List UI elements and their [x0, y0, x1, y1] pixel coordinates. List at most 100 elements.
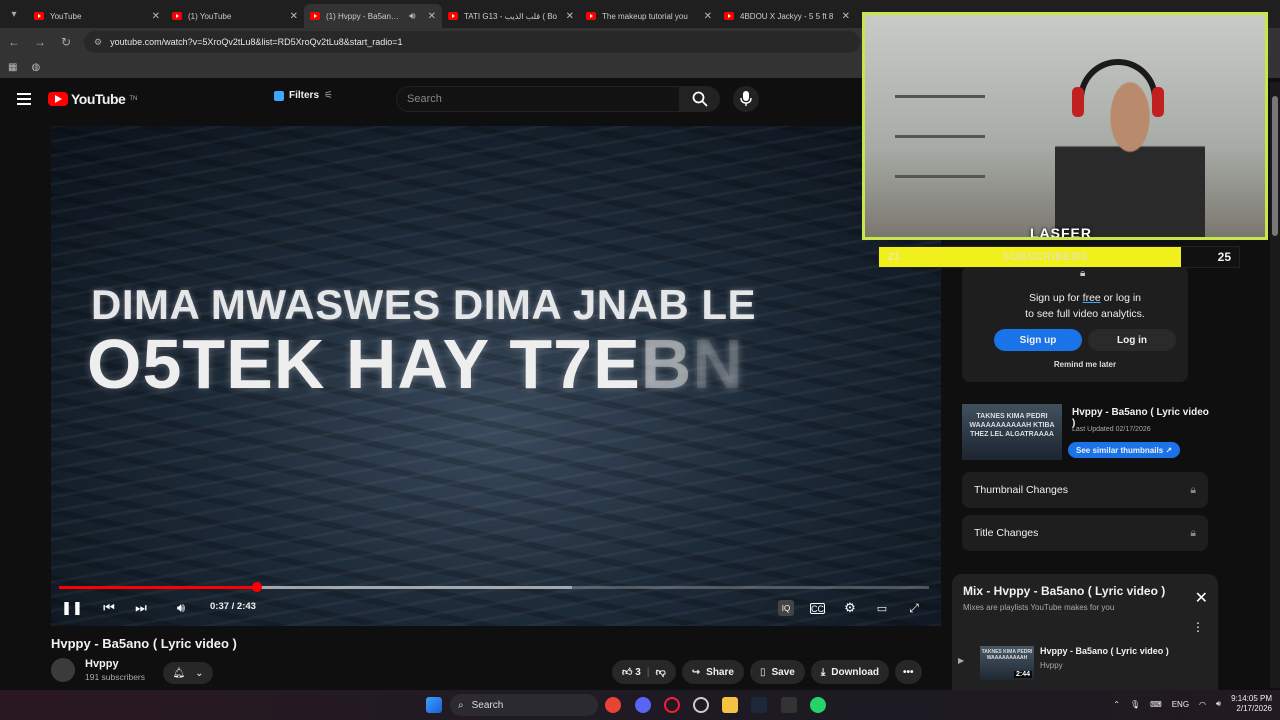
- download-button[interactable]: ⤓ Download: [810, 660, 890, 684]
- playlist-item[interactable]: ▶ TAKNES KIMA PEDRI WAAAAAAAAAH 2:44 Hvpp…: [952, 642, 1218, 684]
- more-vertical-icon[interactable]: ⋮: [1192, 620, 1204, 634]
- share-button[interactable]: ↪ Share: [681, 660, 744, 684]
- subs-label: SUBSCRIBERS: [1002, 251, 1088, 263]
- whatsapp-icon[interactable]: [810, 697, 826, 713]
- theater-mode-icon[interactable]: ▭: [874, 600, 890, 616]
- browser-tab[interactable]: YouTube ✕: [28, 4, 166, 28]
- microphone-tray-icon[interactable]: 🎙︎: [1130, 700, 1140, 709]
- close-tab-icon[interactable]: ✕: [566, 11, 574, 22]
- windows-start-icon[interactable]: [426, 697, 442, 713]
- menu-icon[interactable]: [17, 93, 31, 105]
- close-tab-icon[interactable]: ✕: [290, 11, 298, 22]
- notification-bell-button[interactable]: 🔔︎ ⌄: [163, 662, 213, 684]
- browser-tab[interactable]: (1) YouTube ✕: [166, 4, 304, 28]
- speaker-icon[interactable]: 🔊︎: [409, 11, 415, 22]
- obs-icon[interactable]: [693, 697, 709, 713]
- page-scrollbar[interactable]: [1270, 82, 1280, 688]
- search-button[interactable]: [680, 86, 720, 112]
- browser-tab-active[interactable]: (1) Hvppy - Ba5ano ( l 🔊︎ ✕: [304, 4, 442, 28]
- pause-icon[interactable]: ❚❚: [61, 600, 83, 616]
- extension-icon[interactable]: IQ: [778, 600, 794, 616]
- fullscreen-icon[interactable]: ⤢: [906, 600, 922, 616]
- playlist-item-title: Hvppy - Ba5ano ( Lyric video ): [1040, 646, 1169, 656]
- keyboard-icon[interactable]: ⌨: [1150, 700, 1162, 709]
- search-icon: ⌕: [458, 699, 464, 711]
- epic-games-icon[interactable]: [781, 697, 797, 713]
- close-tab-icon[interactable]: ✕: [704, 11, 712, 22]
- scrubber-handle[interactable]: [251, 582, 262, 592]
- filters-button[interactable]: Filters ⚟: [274, 90, 333, 101]
- subscriber-goal-fill: 21 SUBSCRIBERS: [879, 247, 1182, 267]
- captions-icon[interactable]: CC: [810, 603, 825, 614]
- browser-tab[interactable]: 4BDOU X Jackyy - 5 5 ft 8 ✕: [718, 4, 856, 28]
- microphone-icon: [740, 91, 752, 106]
- wifi-icon[interactable]: ◠: [1199, 700, 1206, 709]
- browser-tab[interactable]: TATI G13 - قلب الذيب ( Bo ✕: [442, 4, 580, 28]
- settings-gear-icon[interactable]: ⚙: [842, 600, 858, 616]
- taskbar-search[interactable]: ⌕ Search: [450, 694, 598, 716]
- browser-tab[interactable]: The makeup tutorial you ✕: [580, 4, 718, 28]
- forward-arrow-icon[interactable]: →: [32, 35, 48, 49]
- file-explorer-icon[interactable]: [722, 697, 738, 713]
- channel-name[interactable]: Hvppy: [85, 658, 145, 670]
- search-icon: [692, 91, 708, 107]
- thumbnail-changes-row[interactable]: Thumbnail Changes 🔒︎: [962, 472, 1208, 508]
- tray-chevron-icon[interactable]: ⌃: [1113, 700, 1120, 709]
- reload-icon[interactable]: ↻: [58, 35, 74, 49]
- sign-up-button[interactable]: Sign up: [994, 329, 1082, 351]
- log-in-button[interactable]: Log in: [1088, 329, 1176, 351]
- apps-grid-icon[interactable]: ▦: [8, 62, 17, 73]
- title-changes-row[interactable]: Title Changes 🔒︎: [962, 515, 1208, 551]
- remind-later-link[interactable]: Remind me later: [962, 360, 1208, 369]
- site-info-icon[interactable]: ⚙: [94, 37, 102, 48]
- analytics-signup-card: 🔒︎ Sign up for free or log in to see ful…: [962, 266, 1188, 382]
- url-field[interactable]: ⚙ youtube.com/watch?v=5XroQv2tLu8&list=R…: [84, 31, 860, 53]
- video-progress-bar[interactable]: [59, 582, 929, 592]
- back-arrow-icon[interactable]: ←: [6, 35, 22, 49]
- globe-icon[interactable]: ◍: [31, 62, 40, 73]
- channel-avatar[interactable]: [51, 658, 75, 682]
- see-similar-thumbnails-button[interactable]: See similar thumbnails ↗: [1068, 442, 1181, 458]
- filter-extension-icon: [274, 90, 284, 101]
- lock-icon: 🔒︎: [1190, 483, 1196, 496]
- tab-search-chevron-icon[interactable]: ▾: [0, 0, 28, 28]
- close-icon[interactable]: ✕: [1195, 588, 1208, 608]
- opera-icon[interactable]: [664, 697, 680, 713]
- scrollbar-thumb[interactable]: [1272, 96, 1278, 236]
- lock-icon: 🔒︎: [1190, 526, 1196, 539]
- close-tab-icon[interactable]: ✕: [428, 11, 436, 22]
- shelf-decoration: [895, 135, 985, 138]
- share-icon: ↪: [691, 666, 701, 678]
- next-icon[interactable]: ⏭︎: [133, 600, 149, 616]
- save-button[interactable]: ▯ Save: [749, 660, 805, 684]
- playlist-item-thumbnail: TAKNES KIMA PEDRI WAAAAAAAAAH 2:44: [980, 646, 1034, 680]
- voice-search-button[interactable]: [733, 86, 759, 112]
- windows-taskbar: ⌕ Search ⌃ 🎙︎ ⌨ ENG ◠ 🔊︎ 9:14:05 PM 2/17/2…: [0, 690, 1280, 720]
- previous-icon[interactable]: ⏮︎: [101, 600, 117, 616]
- like-button[interactable]: 👍︎ 3: [622, 666, 641, 678]
- lyric-line-1: DIMA MWASWES DIMA JNAB LE: [91, 281, 757, 328]
- close-tab-icon[interactable]: ✕: [842, 11, 850, 22]
- youtube-logo[interactable]: YouTube TN: [48, 91, 137, 107]
- volume-icon[interactable]: 🔊︎: [173, 600, 189, 616]
- steam-icon[interactable]: [751, 697, 767, 713]
- bell-icon: 🔔︎: [172, 667, 186, 679]
- subscriber-count: 191 subscribers: [85, 672, 146, 682]
- youtube-favicon-icon: [34, 12, 44, 20]
- dislike-button[interactable]: 👎︎: [656, 666, 666, 678]
- subs-goal: 25: [1217, 250, 1231, 264]
- like-dislike-group: 👍︎ 3 | 👎︎: [612, 660, 676, 684]
- last-updated: Last Updated 02/17/2026: [1072, 426, 1151, 433]
- system-tray: ⌃ 🎙︎ ⌨ ENG ◠ 🔊︎ 9:14:05 PM 2/17/2026: [1113, 694, 1272, 714]
- video-thumbnail[interactable]: TAKNES KIMA PEDRI WAAAAAAAAAAH KTIBA THE…: [962, 404, 1062, 460]
- more-actions-button[interactable]: •••: [895, 660, 922, 684]
- discord-icon[interactable]: [635, 697, 651, 713]
- close-tab-icon[interactable]: ✕: [152, 11, 160, 22]
- bookmark-icon: ▯: [759, 666, 766, 678]
- chrome-icon[interactable]: [605, 697, 621, 713]
- search-input[interactable]: Search: [396, 86, 680, 112]
- video-player[interactable]: DIMA MWASWES DIMA JNAB LE O5TEK HAY T7EB…: [51, 126, 941, 626]
- language-indicator[interactable]: ENG: [1172, 700, 1189, 709]
- speaker-icon[interactable]: 🔊︎: [1216, 699, 1221, 709]
- clock[interactable]: 9:14:05 PM 2/17/2026: [1231, 694, 1272, 714]
